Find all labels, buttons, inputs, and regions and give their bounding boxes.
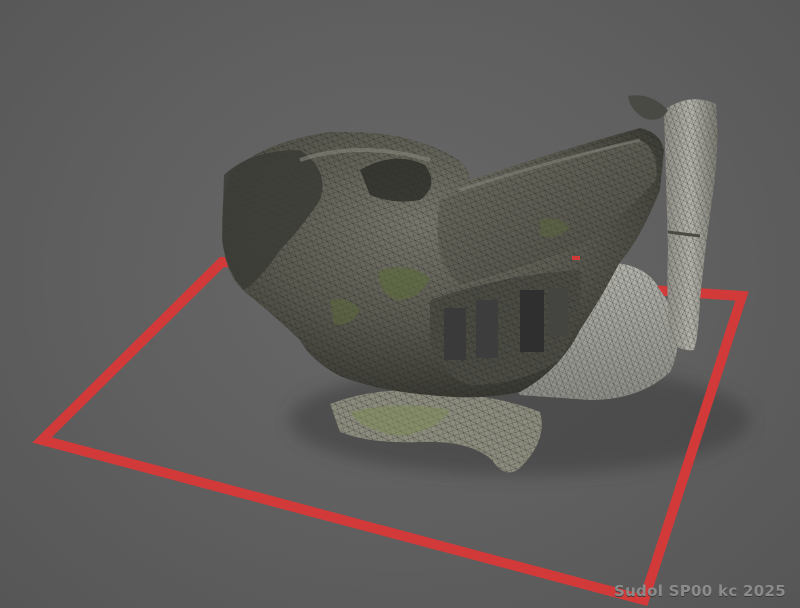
3d-viewport[interactable]: Sudol SP00 kc 2025 (0, 0, 800, 608)
opening (476, 300, 498, 358)
watermark: Sudol SP00 kc 2025 (613, 582, 786, 600)
opening (548, 288, 568, 336)
opening (520, 290, 544, 352)
opening (444, 308, 466, 360)
scene-canvas[interactable] (0, 0, 800, 608)
marker (572, 256, 580, 260)
